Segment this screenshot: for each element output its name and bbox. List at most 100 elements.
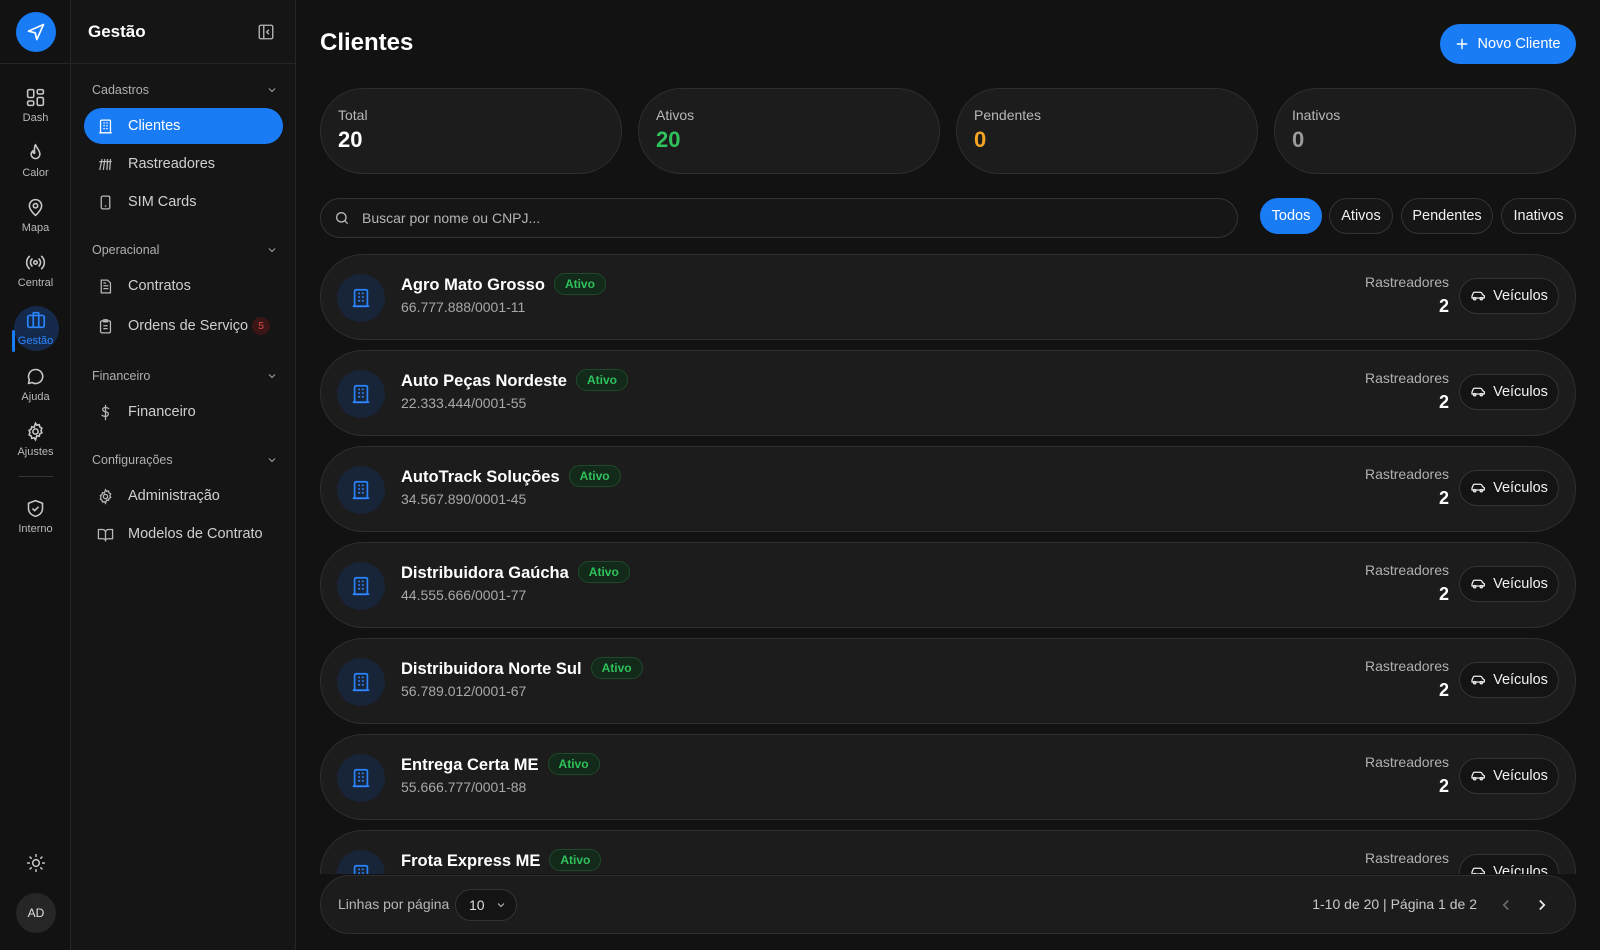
filter-todos[interactable]: Todos [1260,198,1322,234]
client-card[interactable]: Auto Peças Nordeste Ativo 22.333.444/0001-… [320,350,1576,436]
sidebar-item-modelos-de-contrato[interactable]: Modelos de Contrato [84,516,283,552]
stat-card-ativos: Ativos 20 [638,88,940,174]
section-header-financeiro[interactable]: Financeiro [92,366,278,386]
rail-item-ajustes[interactable]: Ajustes [0,417,71,469]
stat-label: Inativos [1292,107,1341,123]
rail-label: Interno [18,523,53,535]
filter-inativos[interactable]: Inativos [1501,198,1576,234]
main-content: Clientes Novo Cliente Total 20 Ativos 20… [296,0,1600,950]
rail-item-ajuda[interactable]: Ajuda [0,362,71,414]
rail-item-gestao[interactable]: Gestão [0,306,71,358]
vehicles-button[interactable]: Veículos [1459,374,1559,410]
chevron-down-icon [268,88,276,93]
page-title: Clientes [320,29,414,56]
vehicles-button[interactable]: Veículos [1459,662,1559,698]
app-logo[interactable] [16,12,56,52]
client-name-row: Agro Mato Grosso Ativo [401,273,606,295]
prev-page-button[interactable] [1497,896,1515,914]
client-name: Agro Mato Grosso [401,276,545,294]
client-card[interactable]: Distribuidora Gaúcha Ativo 44.555.666/0001… [320,542,1576,628]
car-icon [1471,387,1486,397]
search-input[interactable] [362,210,1222,226]
client-avatar [337,658,385,706]
trackers-count: 2 [1438,296,1449,316]
building-icon [352,672,370,692]
sidebar-item-ordens-de-servico[interactable]: Ordens de Serviço 5 [84,308,283,344]
section-header-cadastros[interactable]: Cadastros [92,80,278,100]
client-name: Distribuidora Gaúcha [401,564,569,582]
section-title: Configurações [92,453,173,467]
user-avatar[interactable]: AD [16,893,56,933]
stat-value: 20 [656,127,681,152]
client-cnpj: 55.666.777/0001-88 [401,779,527,795]
sidebar-item-contratos[interactable]: Contratos [84,268,283,304]
vehicles-button[interactable]: Veículos [1459,758,1559,794]
sidebar-item-clientes[interactable]: Clientes [84,108,283,144]
vehicles-label: Veículos [1493,288,1548,304]
icon-rail: Dash Calor Mapa Central Gestão Ajuda Aju… [0,0,71,950]
send-icon [27,23,45,41]
client-name-row: Auto Peças Nordeste Ativo [401,369,628,391]
stat-label: Ativos [656,107,695,123]
client-cnpj: 22.333.444/0001-55 [401,395,527,411]
vehicles-button[interactable]: Veículos [1459,566,1559,602]
vehicles-label: Veículos [1493,480,1548,496]
trackers-label: Rastreadores [1364,754,1449,770]
sidebar-item-sim-cards[interactable]: SIM Cards [84,184,283,220]
client-card[interactable]: AutoTrack Soluções Ativo 34.567.890/0001-4… [320,446,1576,532]
trackers-label: Rastreadores [1364,274,1449,290]
next-page-button[interactable] [1533,896,1551,914]
rail-item-interno[interactable]: Interno [0,494,71,546]
client-name: AutoTrack Soluções [401,468,560,486]
section-header-configuracoes[interactable]: Configurações [92,450,278,470]
sidebar-header: Gestão [71,0,295,64]
trackers-label: Rastreadores [1364,466,1449,482]
rows-per-page-value: 10 [469,897,485,913]
sidebar-item-administracao[interactable]: Administração [84,478,283,514]
theme-toggle[interactable] [24,851,48,875]
dollar-icon [96,403,114,421]
trackers-label: Rastreadores [1364,562,1449,578]
new-client-button[interactable]: Novo Cliente [1440,24,1576,64]
client-name-row: Distribuidora Gaúcha Ativo [401,561,630,583]
client-name: Auto Peças Nordeste [401,372,567,390]
filter-ativos[interactable]: Ativos [1329,198,1393,234]
client-card[interactable]: Entrega Certa ME Ativo 55.666.777/0001-88 R… [320,734,1576,820]
section-header-operacional[interactable]: Operacional [92,240,278,260]
collapse-sidebar-button[interactable] [257,23,275,41]
pagination-bar: Linhas por página 10 1-10 de 20 | Página… [320,875,1576,934]
rail-item-central[interactable]: Central [0,248,71,300]
vehicles-button[interactable]: Veículos [1459,470,1559,506]
building-icon [352,768,370,788]
client-card[interactable]: Agro Mato Grosso Ativo 66.777.888/0001-11 R… [320,254,1576,340]
search-bar[interactable] [320,198,1238,238]
stat-label: Pendentes [974,107,1041,123]
client-name-row: AutoTrack Soluções Ativo [401,465,621,487]
rail-item-dash[interactable]: Dash [0,83,71,135]
status-badge: Ativo [577,561,630,583]
client-cnpj: 56.789.012/0001-67 [401,683,527,699]
rail-item-calor[interactable]: Calor [0,138,71,190]
rows-per-page-select[interactable]: 10 [455,889,517,921]
client-name-row: Frota Express ME Ativo [401,849,602,871]
trackers-label: Rastreadores [1364,658,1449,674]
sidebar-item-financeiro[interactable]: Financeiro [84,394,283,430]
rail-item-mapa[interactable]: Mapa [0,193,71,245]
vehicles-label: Veículos [1493,576,1548,592]
chevron-down-icon [497,903,504,908]
sidebar-item-label: Ordens de Serviço [128,318,249,334]
client-avatar [337,274,385,322]
rail-label: Ajustes [17,446,54,458]
sidebar-item-rastreadores[interactable]: Rastreadores [84,146,283,182]
vehicles-label: Veículos [1493,768,1548,784]
vehicles-button[interactable]: Veículos [1459,854,1559,874]
chevron-down-icon [268,374,276,379]
trackers-label: Rastreadores [1364,370,1449,386]
stat-value: 0 [974,127,987,152]
vehicles-button[interactable]: Veículos [1459,278,1559,314]
chevron-right-icon [1539,899,1546,911]
filter-pendentes[interactable]: Pendentes [1401,198,1493,234]
client-card[interactable]: Distribuidora Norte Sul Ativo 56.789.012/0… [320,638,1576,724]
client-card[interactable]: Frota Express ME Ativo Rastreadores Veículo… [320,830,1576,874]
building-icon [352,480,370,500]
